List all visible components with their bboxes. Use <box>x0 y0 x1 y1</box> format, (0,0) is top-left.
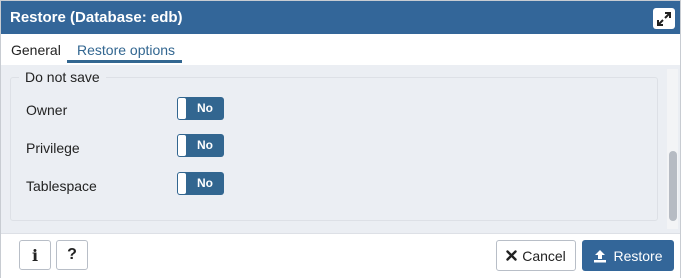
upload-icon <box>594 249 607 262</box>
help-button[interactable]: ? <box>56 240 88 270</box>
tab-restore-options[interactable]: Restore options <box>77 42 175 58</box>
restore-button[interactable]: Restore <box>582 240 674 271</box>
tab-general[interactable]: General <box>11 42 61 58</box>
do-not-save-fieldset <box>10 77 658 221</box>
scrollbar-thumb[interactable] <box>669 151 677 221</box>
expand-icon <box>657 11 671 26</box>
dialog-title: Restore (Database: edb) <box>10 9 183 26</box>
toggle-text: No <box>197 138 213 152</box>
privilege-toggle[interactable]: No <box>177 134 224 157</box>
info-button[interactable]: i <box>19 240 51 270</box>
maximize-button[interactable] <box>653 8 675 29</box>
toggle-knob <box>178 135 186 156</box>
toggle-knob <box>178 98 186 119</box>
question-icon: ? <box>67 246 77 263</box>
active-tab-indicator <box>67 60 182 63</box>
owner-toggle[interactable]: No <box>177 97 224 120</box>
title-bar[interactable]: Restore (Database: edb) <box>1 1 680 34</box>
fieldset-legend: Do not save <box>19 69 106 85</box>
owner-label: Owner <box>26 102 68 118</box>
dialog-footer: i ? Cancel Restore <box>1 233 680 278</box>
info-icon: i <box>31 245 39 265</box>
privilege-label: Privilege <box>26 140 80 156</box>
restore-label: Restore <box>613 247 663 264</box>
tablespace-label: Tablespace <box>26 178 97 194</box>
tablespace-toggle[interactable]: No <box>177 172 224 195</box>
cancel-label: Cancel <box>522 247 566 264</box>
cancel-button[interactable]: Cancel <box>496 240 576 271</box>
restore-dialog: Restore (Database: edb) General Restore … <box>0 0 681 278</box>
toggle-knob <box>178 173 186 194</box>
toggle-text: No <box>197 176 213 190</box>
tab-content: Do not save Owner No Privilege No Tables… <box>1 65 680 233</box>
close-icon <box>506 250 517 261</box>
toggle-text: No <box>197 101 213 115</box>
